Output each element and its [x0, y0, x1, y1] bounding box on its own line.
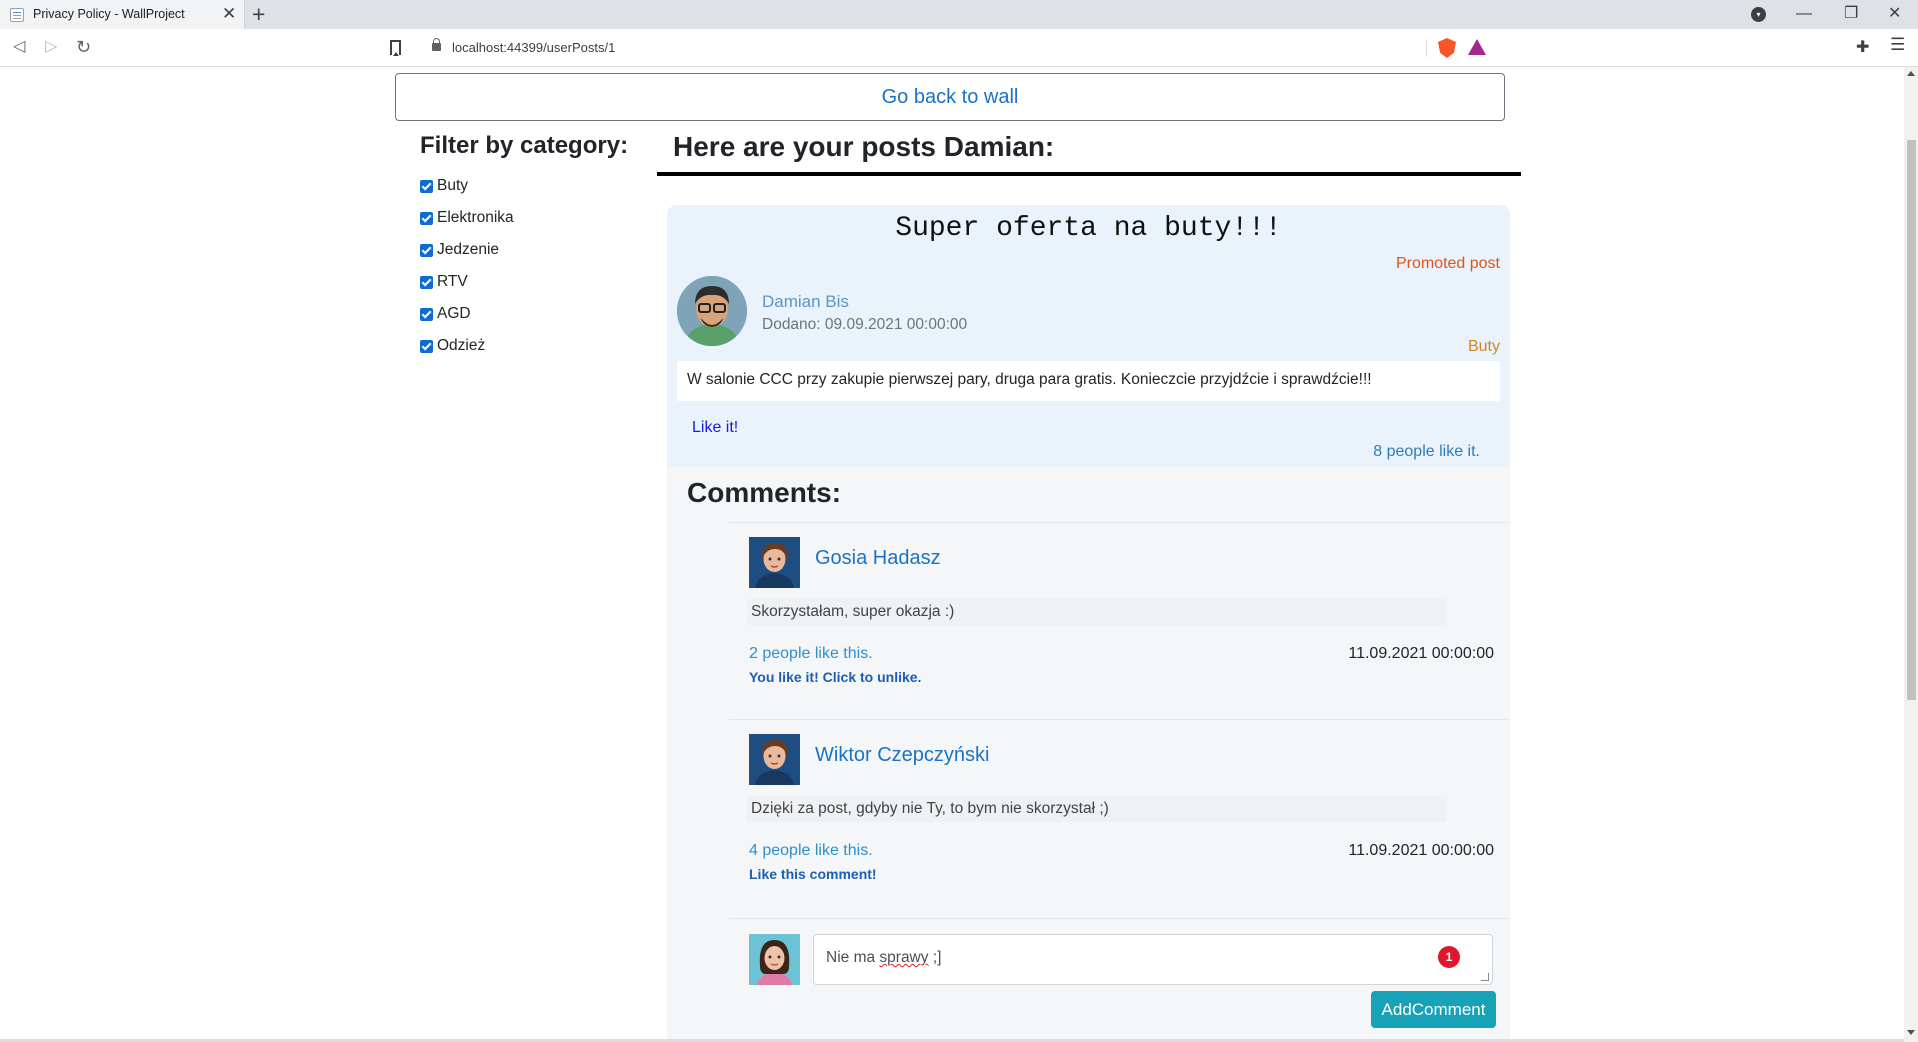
vertical-scrollbar[interactable]	[1904, 67, 1918, 1042]
forward-icon[interactable]: ▷	[45, 36, 57, 58]
checkbox-checked-icon[interactable]	[420, 179, 433, 193]
new-tab-icon[interactable]: +	[252, 2, 265, 26]
page-title: Here are your posts Damian:	[673, 131, 1055, 162]
divider	[657, 172, 1521, 176]
comment-input[interactable]: Nie ma sprawy ;]	[813, 934, 1493, 985]
reload-icon[interactable]: ↻	[76, 36, 91, 58]
comment-likes-count[interactable]: 4 people like this.	[749, 842, 873, 860]
address-bar[interactable]: localhost:44399/userPosts/1	[418, 34, 1498, 62]
comment-item: Wiktor Czepczyński Dzięki za post, gdyby…	[729, 719, 1510, 915]
like-post-button[interactable]: Like it!	[692, 419, 738, 437]
comment-text: Dzięki za post, gdyby nie Ty, to bym nie…	[747, 796, 1447, 822]
page-favicon-icon	[10, 8, 24, 22]
page-viewport: Go back to wall Filter by category: Buty…	[0, 67, 1904, 1042]
post-category: Buty	[1467, 338, 1500, 355]
avatar	[677, 276, 747, 346]
resize-handle-icon[interactable]	[1481, 973, 1489, 981]
comments-title: Comments:	[687, 477, 842, 508]
filter-item-rtv[interactable]: RTV	[420, 266, 514, 298]
browser-tab-bar: Privacy Policy - WallProject ✕ + ▾ — ❐ ✕	[0, 0, 1918, 29]
comment-date: 11.09.2021 00:00:00	[1348, 645, 1494, 662]
comment-author-link[interactable]: Wiktor Czepczyński	[815, 744, 989, 767]
filter-item-elektronika[interactable]: Elektronika	[420, 202, 514, 234]
go-back-to-wall-button[interactable]: Go back to wall	[395, 73, 1505, 121]
extensions-icon[interactable]: ✚	[1856, 37, 1869, 57]
filter-title: Filter by category:	[420, 132, 629, 159]
browser-tab[interactable]: Privacy Policy - WallProject ✕	[0, 0, 245, 29]
tab-search-icon[interactable]: ▾	[1751, 7, 1766, 22]
new-comment-form: Nie ma sprawy ;] 1 AddComment	[729, 918, 1510, 1042]
avatar	[749, 734, 800, 785]
tab-title: Privacy Policy - WallProject	[33, 7, 185, 21]
add-comment-button[interactable]: AddComment	[1371, 991, 1496, 1028]
comment-date: 11.09.2021 00:00:00	[1348, 842, 1494, 859]
filter-item-agd[interactable]: AGD	[420, 298, 514, 330]
post-likes-count[interactable]: 8 people like it.	[1373, 443, 1480, 461]
checkbox-checked-icon[interactable]	[420, 339, 433, 353]
bookmark-icon[interactable]	[390, 40, 401, 56]
post-title: Super oferta na buty!!!	[895, 213, 1282, 244]
comment-author-link[interactable]: Gosia Hadasz	[815, 547, 941, 570]
checkbox-checked-icon[interactable]	[420, 211, 433, 225]
avatar	[749, 537, 800, 588]
unlike-comment-button[interactable]: You like it! Click to unlike.	[749, 669, 921, 685]
like-comment-button[interactable]: Like this comment!	[749, 866, 877, 882]
avatar	[749, 934, 800, 985]
grammar-badge[interactable]: 1	[1438, 946, 1460, 968]
brave-shields-icon[interactable]	[1438, 38, 1456, 58]
misspelled-word: sprawy	[879, 949, 929, 966]
comments-section: Comments: Gosia Hadasz Skorzystałam, sup…	[667, 467, 1510, 1042]
lock-icon	[432, 38, 441, 51]
close-tab-icon[interactable]: ✕	[222, 4, 236, 24]
filter-item-jedzenie[interactable]: Jedzenie	[420, 234, 514, 266]
url-text[interactable]: localhost:44399/userPosts/1	[452, 40, 615, 55]
post-body: W salonie CCC przy zakupie pierwszej par…	[677, 361, 1500, 401]
checkbox-checked-icon[interactable]	[420, 275, 433, 289]
back-icon[interactable]: ◁	[13, 36, 25, 58]
post-card: Super oferta na buty!!! Promoted post Da…	[667, 205, 1510, 1042]
minimize-icon[interactable]: —	[1796, 3, 1812, 25]
scroll-up-icon[interactable]	[1907, 71, 1915, 76]
scroll-thumb[interactable]	[1907, 140, 1916, 700]
promoted-badge: Promoted post	[1395, 255, 1500, 272]
divider	[1426, 39, 1427, 57]
filter-item-buty[interactable]: Buty	[420, 170, 514, 202]
browser-toolbar: ◁ ▷ ↻ localhost:44399/userPosts/1 ✚ ☰	[0, 29, 1918, 67]
checkbox-checked-icon[interactable]	[420, 307, 433, 321]
scroll-down-icon[interactable]	[1907, 1030, 1915, 1035]
checkbox-checked-icon[interactable]	[420, 243, 433, 257]
post-author-link[interactable]: Damian Bis	[762, 292, 849, 312]
comment-likes-count[interactable]: 2 people like this.	[749, 645, 873, 663]
menu-icon[interactable]: ☰	[1890, 35, 1905, 55]
close-window-icon[interactable]: ✕	[1888, 3, 1901, 25]
brave-rewards-icon[interactable]	[1468, 39, 1486, 55]
category-filter-list: Buty Elektronika Jedzenie RTV AGD Odzież	[420, 170, 514, 362]
comment-item: Gosia Hadasz Skorzystałam, super okazja …	[729, 522, 1510, 718]
comment-text: Skorzystałam, super okazja :)	[747, 599, 1447, 625]
post-date: Dodano: 09.09.2021 00:00:00	[762, 316, 968, 333]
maximize-icon[interactable]: ❐	[1844, 3, 1858, 25]
filter-item-odziez[interactable]: Odzież	[420, 330, 514, 362]
